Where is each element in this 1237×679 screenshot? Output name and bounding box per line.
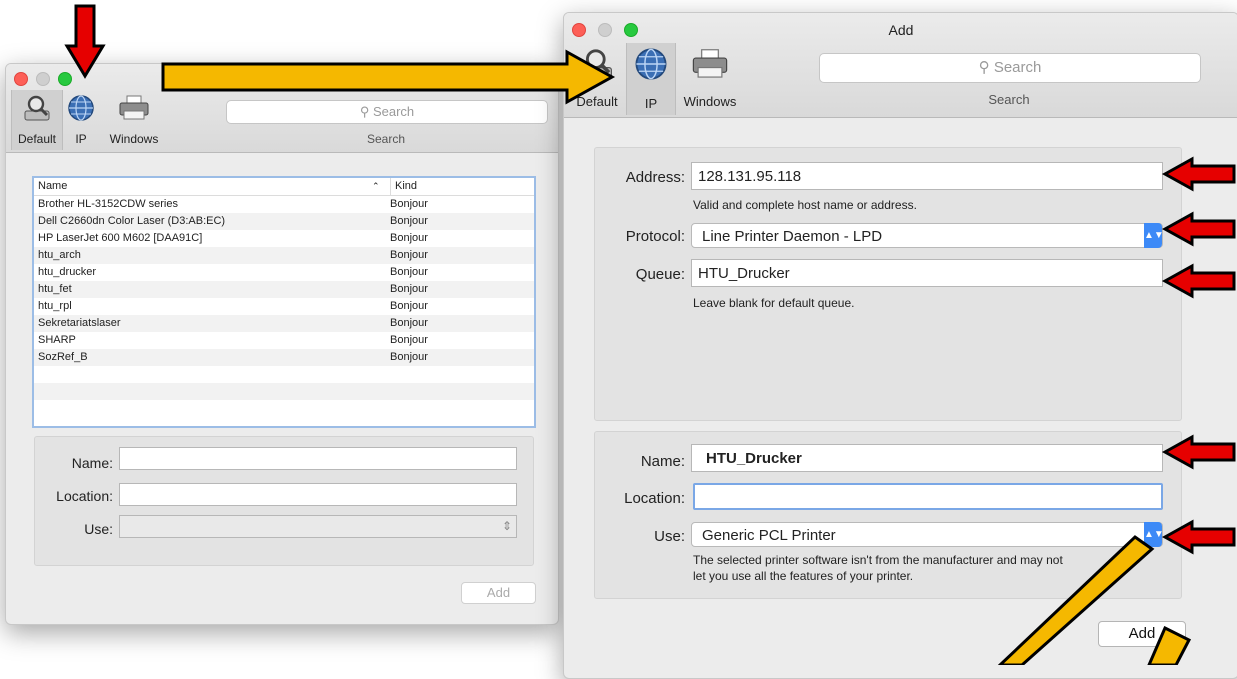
red-arrow-use bbox=[1161, 519, 1236, 555]
yellow-arrow-right bbox=[161, 49, 616, 105]
red-arrow-protocol bbox=[1161, 211, 1236, 247]
yellow-arrow-diagonal-left bbox=[997, 535, 1155, 665]
annotation-overlay bbox=[64, 4, 1236, 665]
red-arrow-queue bbox=[1161, 263, 1236, 299]
red-arrow-name bbox=[1161, 434, 1236, 470]
red-arrow-down bbox=[64, 4, 106, 79]
yellow-arrow-diagonal-right bbox=[1147, 625, 1192, 665]
red-arrow-address bbox=[1161, 156, 1236, 192]
